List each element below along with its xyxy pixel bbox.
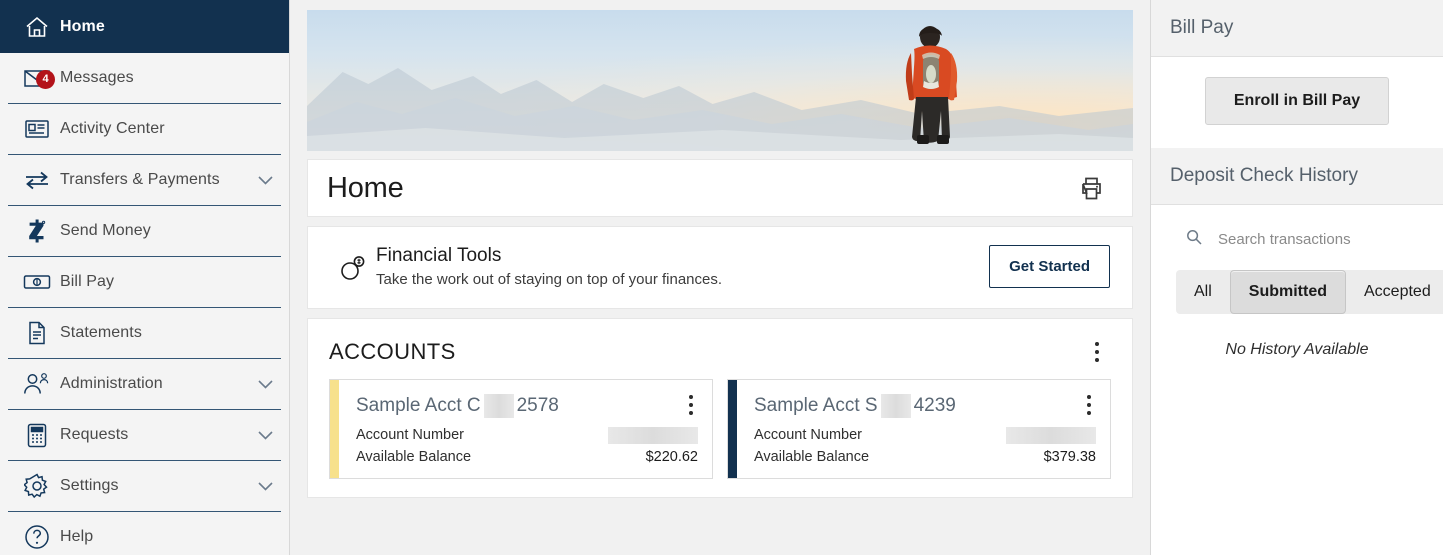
sidebar-item-statements[interactable]: Statements — [0, 308, 289, 358]
redacted-account-fragment — [880, 394, 911, 418]
account-card[interactable]: Sample Acct C 2578 Account Number Availa… — [329, 379, 713, 479]
sidebar-item-transfers-payments[interactable]: Transfers & Payments — [0, 155, 289, 205]
sidebar-item-label: Home — [60, 17, 105, 35]
tab-submitted[interactable]: Submitted — [1229, 270, 1346, 314]
account-card[interactable]: Sample Acct S 4239 Account Number Availa… — [727, 379, 1111, 479]
sidebar-item-home[interactable]: Home — [0, 0, 289, 53]
available-balance-value: $379.38 — [1043, 449, 1096, 465]
zelle-z-icon — [14, 218, 60, 244]
sidebar-item-send-money[interactable]: Send Money — [0, 206, 289, 256]
transfer-arrows-icon — [14, 170, 60, 190]
account-name: Sample Acct C 2578 — [356, 394, 698, 418]
tab-accepted[interactable]: Accepted — [1346, 270, 1443, 314]
main-content: Home Financial Tools Take the work out o… — [290, 0, 1150, 555]
kebab-menu-icon[interactable] — [1076, 390, 1102, 420]
user-admin-icon — [14, 372, 60, 396]
sidebar-item-administration[interactable]: Administration — [0, 359, 289, 409]
available-balance-label: Available Balance — [356, 449, 472, 465]
printer-icon[interactable] — [1072, 169, 1110, 207]
deposit-check-history-heading: Deposit Check History — [1151, 148, 1443, 205]
account-number-label: Account Number — [754, 427, 862, 443]
coins-icon — [330, 252, 376, 281]
deposit-check-history-body: All Submitted Accepted No History Availa… — [1151, 205, 1443, 359]
available-balance-value: $220.62 — [645, 449, 698, 465]
account-number-row: Account Number — [356, 424, 698, 446]
chevron-down-icon — [255, 481, 275, 491]
document-icon — [14, 321, 60, 345]
search-icon — [1186, 229, 1202, 250]
envelope-icon: 4 — [14, 68, 60, 89]
hero-banner — [307, 10, 1133, 151]
tab-all[interactable]: All — [1176, 270, 1230, 314]
account-name-suffix: 4239 — [913, 395, 956, 416]
kebab-menu-icon[interactable] — [678, 390, 704, 420]
get-started-button[interactable]: Get Started — [989, 245, 1110, 288]
mountain-ridge-graphic — [307, 68, 1133, 151]
hiker-figure — [905, 26, 958, 144]
empty-state-message: No History Available — [1225, 341, 1369, 358]
sidebar-item-bill-pay[interactable]: Bill Pay — [0, 257, 289, 307]
financial-tools-card: Financial Tools Take the work out of sta… — [307, 226, 1133, 309]
redacted-account-number — [608, 426, 698, 444]
financial-tools-title: Financial Tools — [376, 245, 502, 266]
primary-sidebar: Home 4 Messages Activity Center Transfer… — [0, 0, 290, 555]
accounts-heading: ACCOUNTS — [329, 339, 456, 364]
sidebar-item-label: Bill Pay — [60, 273, 115, 290]
account-accent-bar — [728, 380, 737, 478]
chevron-down-icon — [255, 379, 275, 389]
redacted-account-number — [1006, 426, 1096, 444]
page-header: Home — [307, 159, 1133, 217]
sidebar-item-label: Activity Center — [60, 120, 165, 137]
sidebar-item-messages[interactable]: 4 Messages — [0, 53, 289, 103]
right-sidebar: Bill Pay Enroll in Bill Pay Deposit Chec… — [1150, 0, 1443, 555]
message-count-badge: 4 — [36, 70, 55, 89]
sidebar-item-requests[interactable]: Requests — [0, 410, 289, 460]
banknote-icon — [14, 273, 60, 291]
sidebar-item-label: Transfers & Payments — [60, 171, 220, 188]
chevron-down-icon — [255, 175, 275, 185]
sidebar-item-activity-center[interactable]: Activity Center — [0, 104, 289, 154]
sidebar-item-label: Administration — [60, 375, 163, 392]
sidebar-item-help[interactable]: Help — [0, 512, 289, 555]
account-name-prefix: Sample Acct C — [356, 395, 481, 416]
account-name-suffix: 2578 — [516, 395, 559, 416]
accounts-card: ACCOUNTS Sample Acct C 2578 Account Numb… — [307, 318, 1133, 498]
search-transactions-row[interactable] — [1151, 205, 1443, 250]
available-balance-row: Available Balance $379.38 — [754, 446, 1096, 468]
enroll-in-bill-pay-button[interactable]: Enroll in Bill Pay — [1204, 77, 1390, 125]
app-root: Home 4 Messages Activity Center Transfer… — [0, 0, 1443, 555]
account-number-row: Account Number — [754, 424, 1096, 446]
redacted-account-fragment — [483, 394, 514, 418]
chevron-down-icon — [255, 430, 275, 440]
sidebar-item-label: Help — [60, 528, 94, 545]
account-accent-bar — [330, 380, 339, 478]
home-icon — [14, 15, 60, 39]
account-name-prefix: Sample Acct S — [754, 395, 878, 416]
newspaper-icon — [14, 118, 60, 140]
financial-tools-subtitle: Take the work out of staying on top of y… — [376, 271, 723, 288]
calculator-icon — [14, 423, 60, 448]
bill-pay-panel-body: Enroll in Bill Pay — [1151, 57, 1443, 148]
available-balance-row: Available Balance $220.62 — [356, 446, 698, 468]
sidebar-item-label: Messages — [60, 69, 134, 86]
kebab-menu-icon[interactable] — [1084, 337, 1110, 367]
available-balance-label: Available Balance — [754, 449, 870, 465]
gear-icon — [14, 473, 60, 499]
page-title: Home — [327, 171, 404, 204]
sidebar-item-label: Settings — [60, 477, 119, 494]
history-filter-tabs: All Submitted Accepted — [1176, 270, 1443, 314]
sidebar-item-label: Statements — [60, 324, 142, 341]
account-name: Sample Acct S 4239 — [754, 394, 1096, 418]
sidebar-item-settings[interactable]: Settings — [0, 461, 289, 511]
sidebar-item-label: Requests — [60, 426, 129, 443]
bill-pay-panel-heading: Bill Pay — [1151, 0, 1443, 57]
account-number-label: Account Number — [356, 427, 464, 443]
search-transactions-input[interactable] — [1218, 231, 1388, 248]
accounts-list: Sample Acct C 2578 Account Number Availa… — [308, 373, 1132, 497]
question-circle-icon — [14, 524, 60, 550]
sidebar-item-label: Send Money — [60, 222, 151, 239]
